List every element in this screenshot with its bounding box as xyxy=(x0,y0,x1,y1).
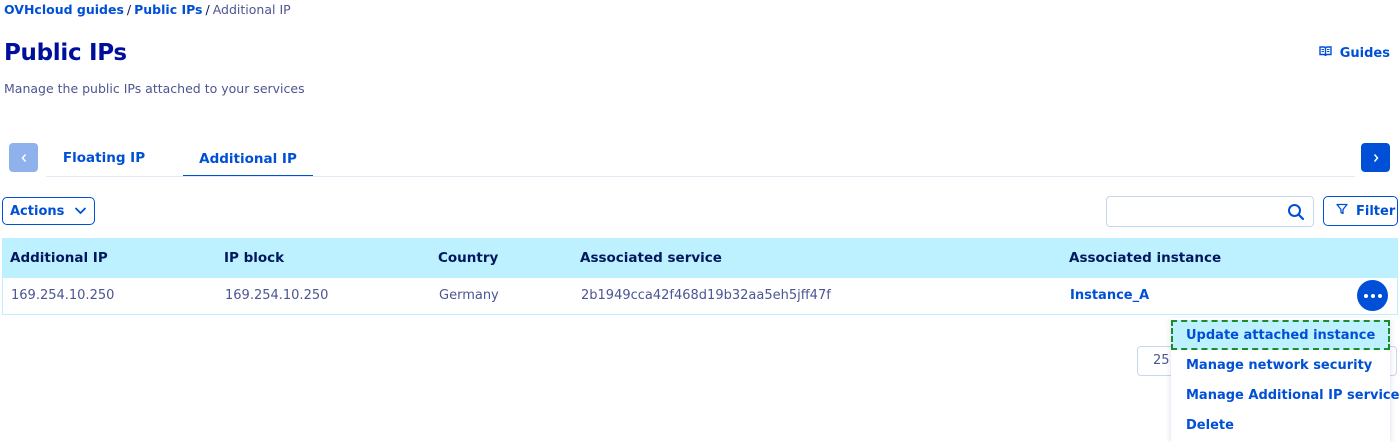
menu-item-manage-additional-ip-service[interactable]: Manage Additional IP service xyxy=(1171,380,1399,410)
search-input[interactable] xyxy=(1113,197,1287,226)
search-icon[interactable] xyxy=(1287,203,1305,225)
book-icon xyxy=(1319,45,1332,61)
dot xyxy=(1377,293,1382,298)
page-subtitle: Manage the public IPs attached to your s… xyxy=(4,81,305,96)
filter-button[interactable]: Filter xyxy=(1323,196,1398,226)
cell-country: Germany xyxy=(439,288,499,303)
tab-next-button[interactable] xyxy=(1361,143,1390,172)
filter-label: Filter xyxy=(1356,203,1396,219)
column-header-country[interactable]: Country xyxy=(438,250,498,266)
row-actions-menu: Update attached instance Manage network … xyxy=(1171,318,1399,442)
chevron-right-icon xyxy=(1372,148,1380,167)
tab-additional-ip[interactable]: Additional IP xyxy=(183,140,313,177)
page-title: Public IPs xyxy=(4,40,127,66)
breadcrumb: OVHcloud guides / Public IPs / Additional IP xyxy=(4,2,291,17)
tab-prev-button[interactable] xyxy=(9,143,38,172)
dot xyxy=(1363,293,1368,298)
breadcrumb-current: Additional IP xyxy=(212,2,291,17)
breadcrumb-separator: / xyxy=(126,2,132,17)
tab-floating-ip[interactable]: Floating IP xyxy=(46,140,162,176)
guides-label: Guides xyxy=(1339,45,1390,61)
table-header: Additional IP IP block Country Associate… xyxy=(2,238,1398,278)
chevron-down-icon xyxy=(74,204,87,219)
actions-label: Actions xyxy=(10,203,65,219)
column-header-associated-instance[interactable]: Associated instance xyxy=(1069,250,1221,266)
column-header-ip-block[interactable]: IP block xyxy=(224,250,284,266)
breadcrumb-link-public-ips[interactable]: Public IPs xyxy=(134,2,202,17)
filter-icon xyxy=(1336,203,1348,219)
chevron-left-icon xyxy=(20,148,28,167)
cell-additional-ip: 169.254.10.250 xyxy=(11,288,115,303)
more-icon xyxy=(1362,293,1383,298)
breadcrumb-separator: / xyxy=(205,2,210,17)
table-row: 169.254.10.250 169.254.10.250 Germany 2b… xyxy=(2,278,1398,315)
actions-button[interactable]: Actions xyxy=(2,197,95,225)
row-actions-button[interactable] xyxy=(1357,280,1388,311)
tabs-divider xyxy=(46,176,1355,177)
menu-item-manage-network-security[interactable]: Manage network security xyxy=(1171,350,1390,380)
dot xyxy=(1370,293,1375,298)
column-header-associated-service[interactable]: Associated service xyxy=(580,250,722,266)
cell-ip-block: 169.254.10.250 xyxy=(225,288,329,303)
menu-item-update-attached-instance[interactable]: Update attached instance xyxy=(1171,320,1390,350)
cell-associated-instance-link[interactable]: Instance_A xyxy=(1070,288,1149,303)
column-header-additional-ip[interactable]: Additional IP xyxy=(10,250,108,266)
breadcrumb-link-guides[interactable]: OVHcloud guides xyxy=(4,2,124,17)
search-field xyxy=(1106,196,1314,227)
guides-button[interactable]: Guides xyxy=(1319,45,1390,61)
menu-item-delete[interactable]: Delete xyxy=(1171,410,1390,440)
cell-associated-service: 2b1949cca42f468d19b32aa5eh5jff47f xyxy=(581,288,831,303)
